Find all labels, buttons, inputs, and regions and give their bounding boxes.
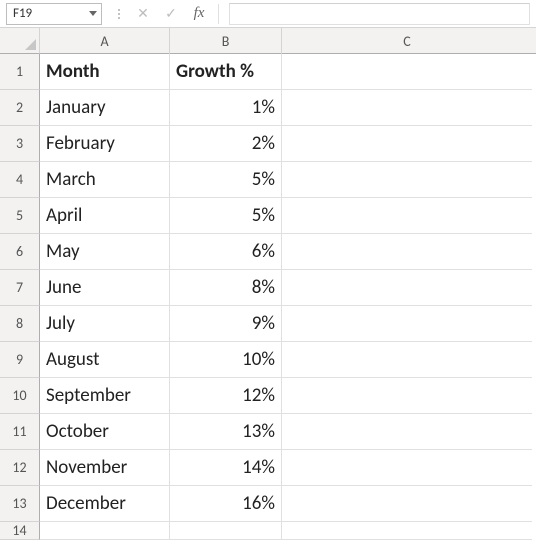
- insert-function-button[interactable]: fx: [188, 3, 210, 25]
- cell-b11[interactable]: 13%: [170, 414, 282, 450]
- cell-a10[interactable]: September: [40, 378, 170, 414]
- select-all-corner[interactable]: [0, 28, 40, 54]
- column-header-b[interactable]: B: [170, 28, 282, 54]
- cell-c1[interactable]: [282, 54, 532, 90]
- table-row: 8July9%: [0, 306, 536, 342]
- cell-c9[interactable]: [282, 342, 532, 378]
- row-header[interactable]: 12: [0, 450, 40, 486]
- cell-b3[interactable]: 2%: [170, 126, 282, 162]
- cell-c2[interactable]: [282, 90, 532, 126]
- cell-c4[interactable]: [282, 162, 532, 198]
- row-header[interactable]: 13: [0, 486, 40, 522]
- cell-a11[interactable]: October: [40, 414, 170, 450]
- cell-c6[interactable]: [282, 234, 532, 270]
- cell-a13[interactable]: December: [40, 486, 170, 522]
- row-header[interactable]: 2: [0, 90, 40, 126]
- spreadsheet: A B C 1MonthGrowth %2January1%3February2…: [0, 28, 536, 543]
- row-header[interactable]: 14: [0, 522, 40, 540]
- column-header-c[interactable]: C: [282, 28, 532, 54]
- table-row: 12November14%: [0, 450, 536, 486]
- row-header[interactable]: 5: [0, 198, 40, 234]
- check-icon: ✓: [165, 5, 177, 22]
- table-row: 14: [0, 522, 536, 540]
- cell-a8[interactable]: July: [40, 306, 170, 342]
- row-header[interactable]: 10: [0, 378, 40, 414]
- table-header-row: 1MonthGrowth %: [0, 54, 536, 90]
- cell-c3[interactable]: [282, 126, 532, 162]
- separator-dots-icon: [116, 9, 122, 19]
- cell-c10[interactable]: [282, 378, 532, 414]
- table-row: 11October13%: [0, 414, 536, 450]
- row-header[interactable]: 1: [0, 54, 40, 90]
- row-header[interactable]: 7: [0, 270, 40, 306]
- cell-c14[interactable]: [282, 522, 532, 540]
- cell-a5[interactable]: April: [40, 198, 170, 234]
- formula-input[interactable]: [229, 3, 530, 25]
- cell-a2[interactable]: January: [40, 90, 170, 126]
- cell-a3[interactable]: February: [40, 126, 170, 162]
- cell-c8[interactable]: [282, 306, 532, 342]
- cancel-button[interactable]: ✕: [132, 3, 154, 25]
- cell-c11[interactable]: [282, 414, 532, 450]
- cell-b1[interactable]: Growth %: [170, 54, 282, 90]
- cell-a12[interactable]: November: [40, 450, 170, 486]
- enter-button[interactable]: ✓: [160, 3, 182, 25]
- row-header[interactable]: 3: [0, 126, 40, 162]
- name-box-value: F19: [13, 6, 32, 21]
- cell-b13[interactable]: 16%: [170, 486, 282, 522]
- cell-a6[interactable]: May: [40, 234, 170, 270]
- divider: [218, 4, 219, 24]
- cell-b2[interactable]: 1%: [170, 90, 282, 126]
- table-row: 3February2%: [0, 126, 536, 162]
- fx-icon: fx: [194, 5, 205, 22]
- table-row: 7June8%: [0, 270, 536, 306]
- table-row: 10September12%: [0, 378, 536, 414]
- table-row: 9August10%: [0, 342, 536, 378]
- row-header[interactable]: 4: [0, 162, 40, 198]
- chevron-down-icon: [89, 11, 97, 16]
- cell-b4[interactable]: 5%: [170, 162, 282, 198]
- row-header[interactable]: 6: [0, 234, 40, 270]
- table-row: 13December16%: [0, 486, 536, 522]
- column-header-a[interactable]: A: [40, 28, 170, 54]
- sheet-grid: 1MonthGrowth %2January1%3February2%4Marc…: [0, 54, 536, 540]
- table-row: 6May6%: [0, 234, 536, 270]
- close-icon: ✕: [137, 5, 149, 22]
- cell-b12[interactable]: 14%: [170, 450, 282, 486]
- cell-b14[interactable]: [170, 522, 282, 540]
- cell-a7[interactable]: June: [40, 270, 170, 306]
- column-headers: A B C: [40, 28, 536, 54]
- row-header[interactable]: 9: [0, 342, 40, 378]
- formula-bar: F19 ✕ ✓ fx: [0, 0, 536, 28]
- cell-b10[interactable]: 12%: [170, 378, 282, 414]
- name-box[interactable]: F19: [6, 3, 102, 25]
- cell-c7[interactable]: [282, 270, 532, 306]
- row-header[interactable]: 8: [0, 306, 40, 342]
- cell-a4[interactable]: March: [40, 162, 170, 198]
- table-row: 2January1%: [0, 90, 536, 126]
- row-header[interactable]: 11: [0, 414, 40, 450]
- table-row: 4March5%: [0, 162, 536, 198]
- cell-a14[interactable]: [40, 522, 170, 540]
- cell-b7[interactable]: 8%: [170, 270, 282, 306]
- cell-c5[interactable]: [282, 198, 532, 234]
- cell-c12[interactable]: [282, 450, 532, 486]
- cell-b9[interactable]: 10%: [170, 342, 282, 378]
- cell-b6[interactable]: 6%: [170, 234, 282, 270]
- cell-c13[interactable]: [282, 486, 532, 522]
- cell-a1[interactable]: Month: [40, 54, 170, 90]
- cell-b8[interactable]: 9%: [170, 306, 282, 342]
- cell-b5[interactable]: 5%: [170, 198, 282, 234]
- table-row: 5April5%: [0, 198, 536, 234]
- cell-a9[interactable]: August: [40, 342, 170, 378]
